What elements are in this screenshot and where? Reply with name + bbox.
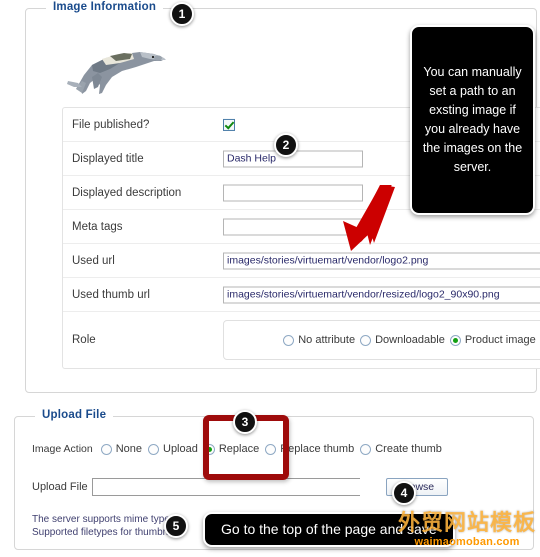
label-image-action: Image Action xyxy=(32,443,93,455)
role-option-no-attribute[interactable]: No attribute xyxy=(283,334,355,346)
annotation-badge-2: 2 xyxy=(274,133,298,157)
field-file-published[interactable] xyxy=(223,118,235,131)
label-meta-tags: Meta tags xyxy=(72,220,123,233)
radio-icon[interactable] xyxy=(360,334,372,346)
image-action-option-label: Replace thumb xyxy=(280,443,355,455)
field-row-used-thumb-url: Used thumb url xyxy=(63,278,540,312)
image-information-legend: Image Information xyxy=(46,1,164,13)
upload-file-row: Upload File Browse xyxy=(32,478,448,496)
note-line-1: The server supports mime type re xyxy=(32,514,182,525)
upload-file-input[interactable] xyxy=(91,478,360,496)
role-option-product-image[interactable]: Product image xyxy=(449,334,536,346)
image-action-option-create-thumb[interactable]: Create thumb xyxy=(360,443,442,455)
label-file-published: File published? xyxy=(72,118,150,131)
radio-icon[interactable] xyxy=(148,443,159,455)
role-option-downloadable[interactable]: Downloadable xyxy=(360,334,445,346)
callout-note: You can manually set a path to an exstin… xyxy=(410,25,535,215)
radio-icon[interactable] xyxy=(360,443,372,455)
radio-selected-icon[interactable] xyxy=(449,334,461,346)
label-displayed-description: Displayed description xyxy=(72,186,182,199)
annotation-badge-5: 5 xyxy=(164,514,188,538)
red-arrow-annotation xyxy=(343,185,395,251)
label-role: Role xyxy=(72,334,96,346)
role-option-label: Downloadable xyxy=(375,334,445,346)
file-published-checkbox[interactable] xyxy=(223,118,235,131)
field-row-used-url: Used url xyxy=(63,244,540,278)
image-action-option-label: Upload xyxy=(163,443,198,455)
tooltip-go-to-top: Go to the top of the page and save xyxy=(203,512,455,547)
radio-icon[interactable] xyxy=(283,334,295,346)
role-radio-group: No attribute Downloadable Product image xyxy=(223,320,540,360)
field-row-meta-tags: Meta tags xyxy=(63,210,540,244)
image-action-option-none[interactable]: None xyxy=(100,443,142,455)
label-upload-file: Upload File xyxy=(32,481,88,493)
note-line-2: Supported filetypes for thumbnail xyxy=(32,527,179,538)
role-option-label: No attribute xyxy=(298,334,356,346)
label-used-thumb-url: Used thumb url xyxy=(72,288,150,301)
annotation-badge-1: 1 xyxy=(170,2,194,26)
image-action-option-label: Create thumb xyxy=(375,443,442,455)
field-row-role: Role No attribute Downloadable Product i… xyxy=(63,312,540,368)
annotation-badge-4: 4 xyxy=(392,481,416,505)
server-support-notes: The server supports mime type re Support… xyxy=(32,513,182,539)
image-preview xyxy=(62,37,172,99)
image-action-option-upload[interactable]: Upload xyxy=(148,443,198,455)
field-used-thumb-url[interactable] xyxy=(223,286,540,303)
role-option-label: Product image xyxy=(464,334,536,346)
label-used-url: Used url xyxy=(72,254,115,267)
used-thumb-url-input[interactable] xyxy=(223,286,540,303)
radio-icon[interactable] xyxy=(100,443,112,455)
annotation-badge-3: 3 xyxy=(233,410,257,434)
label-displayed-title: Displayed title xyxy=(72,152,144,165)
upload-file-legend: Upload File xyxy=(35,409,114,421)
image-action-option-label: None xyxy=(115,443,142,455)
